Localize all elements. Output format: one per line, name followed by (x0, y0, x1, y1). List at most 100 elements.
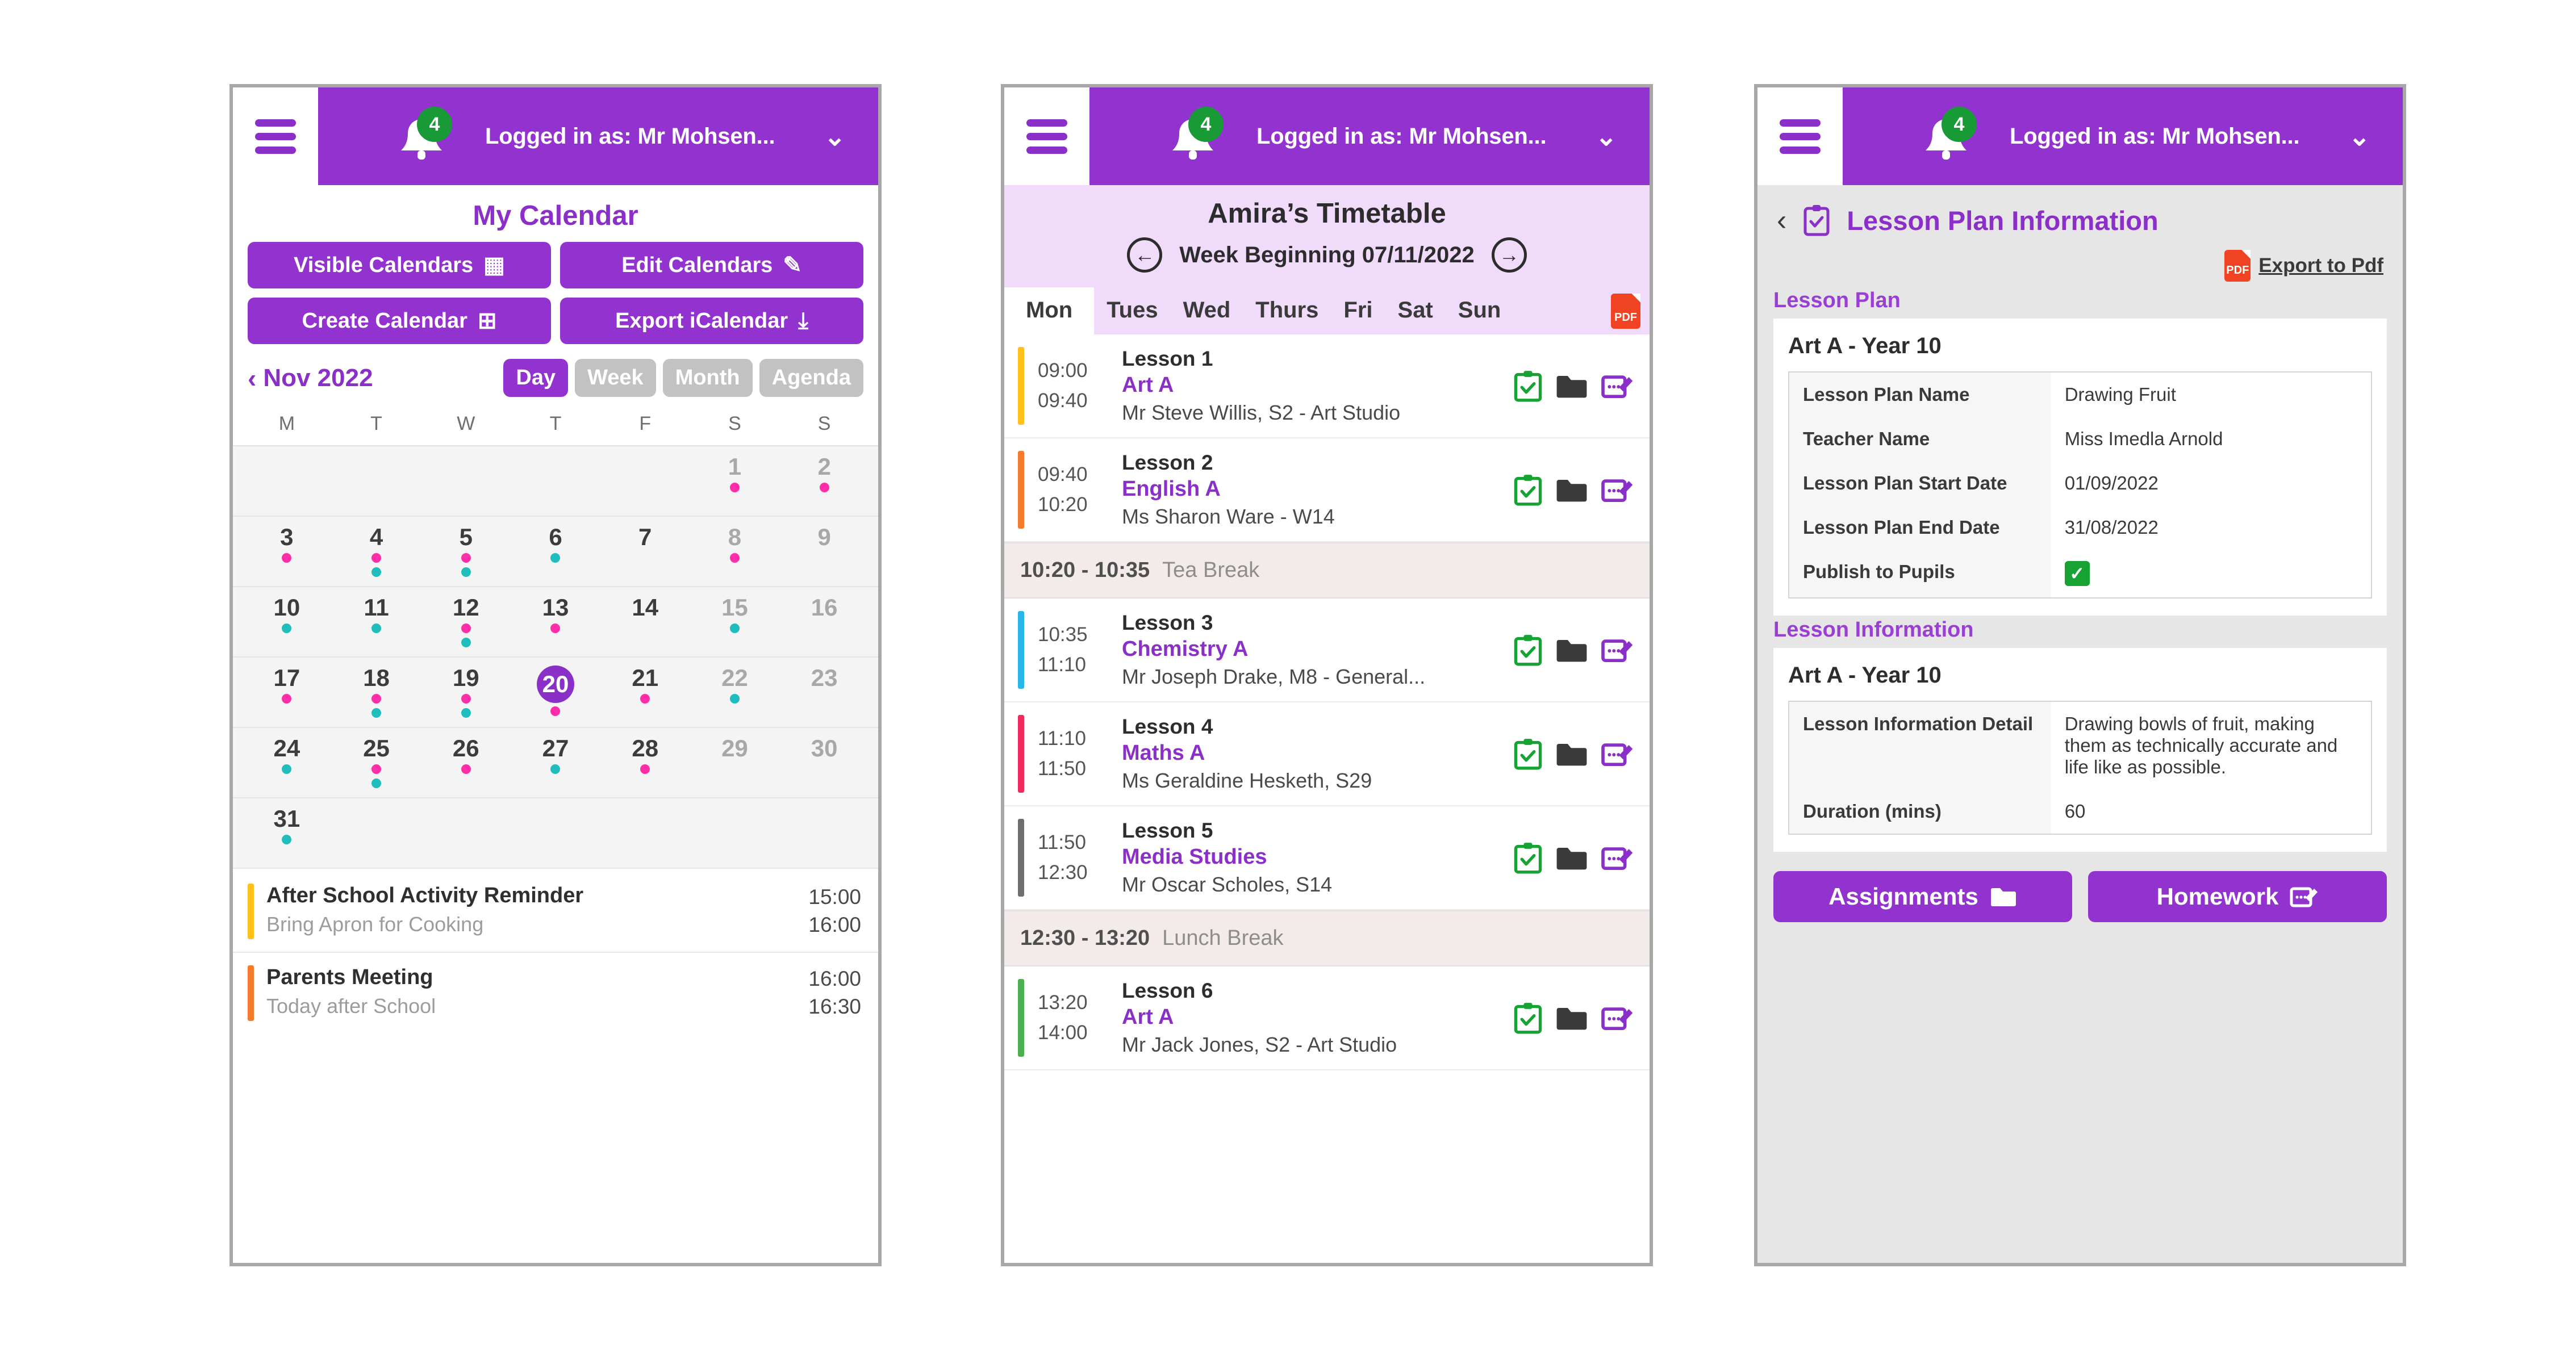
calendar-day-cell[interactable]: 25 (332, 736, 421, 789)
calendar-day-cell[interactable]: 21 (600, 666, 690, 718)
timetable-lesson-row[interactable]: 11:50 12:30 Lesson 5 Media Studies Mr Oscar … (1004, 806, 1650, 910)
lesson-subject[interactable]: Art A (1122, 1005, 1500, 1029)
calendar-day-cell[interactable]: 13 (511, 595, 600, 647)
calendar-day-cell[interactable]: 18 (332, 666, 421, 718)
calendar-day-cell[interactable]: 15 (690, 595, 780, 647)
lesson-subject[interactable]: English A (1122, 477, 1500, 501)
calendar-day-cell[interactable]: 24 (242, 736, 332, 788)
pdf-export-icon[interactable]: PDF (1611, 293, 1640, 329)
edit-note-icon (2290, 887, 2318, 907)
tab-mon[interactable]: Mon (1004, 287, 1095, 334)
view-mode-day[interactable]: Day (503, 359, 569, 397)
assignments-folder-icon[interactable] (1555, 637, 1588, 664)
lesson-plan-clipboard-icon[interactable] (1513, 738, 1543, 770)
lesson-subject[interactable]: Media Studies (1122, 845, 1500, 869)
notifications-button[interactable]: 4 (1163, 107, 1224, 166)
homework-edit-icon[interactable] (1601, 372, 1634, 400)
menu-button[interactable] (1004, 87, 1089, 185)
month-prev-button[interactable]: ‹ Nov 2022 (248, 363, 373, 394)
lesson-plan-clipboard-icon[interactable] (1513, 842, 1543, 874)
calendar-event-item[interactable]: After School Activity Reminder Bring Apro… (233, 871, 878, 953)
tab-sat[interactable]: Sat (1385, 287, 1446, 334)
chevron-down-icon[interactable]: ⌄ (1595, 121, 1617, 152)
calendar-day-cell[interactable]: 16 (779, 595, 869, 647)
calendar-day-cell[interactable]: 19 (421, 666, 511, 718)
visible-calendars-button[interactable]: Visible Calendars ▦ (248, 242, 551, 288)
notifications-button[interactable]: 4 (1917, 107, 1977, 166)
calendar-event-dot-teal (282, 764, 292, 775)
timetable-lesson-row[interactable]: 09:40 10:20 Lesson 2 English A Ms Sharon War… (1004, 438, 1650, 542)
tab-tues[interactable]: Tues (1094, 287, 1170, 334)
calendar-day-cell[interactable]: 7 (600, 524, 690, 577)
calendar-day-cell[interactable]: 2 (779, 454, 869, 507)
calendar-day-cell[interactable]: 20 (511, 666, 600, 718)
edit-calendars-button[interactable]: Edit Calendars ✎ (560, 242, 863, 288)
lesson-plan-clipboard-icon[interactable] (1513, 634, 1543, 666)
calendar-day-cell[interactable]: 1 (690, 454, 780, 507)
homework-edit-icon[interactable] (1601, 636, 1634, 664)
back-button[interactable]: ‹ (1777, 206, 1786, 235)
export-to-pdf-button[interactable]: PDF Export to Pdf (1757, 242, 2403, 286)
assignments-folder-icon[interactable] (1555, 373, 1588, 400)
calendar-day-cell[interactable]: 4 (332, 524, 421, 577)
export-icalendar-button[interactable]: Export iCalendar ⤓ (560, 298, 863, 344)
lesson-subject[interactable]: Art A (1122, 373, 1500, 397)
calendar-day-cell[interactable]: 5 (421, 524, 511, 577)
create-calendar-button[interactable]: Create Calendar ⊞ (248, 298, 551, 344)
homework-edit-icon[interactable] (1601, 476, 1634, 504)
homework-button[interactable]: Homework (2088, 871, 2387, 922)
homework-edit-icon[interactable] (1601, 1004, 1634, 1032)
assignments-folder-icon[interactable] (1555, 740, 1588, 768)
tab-thurs[interactable]: Thurs (1243, 287, 1331, 334)
tab-wed[interactable]: Wed (1171, 287, 1243, 334)
homework-edit-icon[interactable] (1601, 844, 1634, 872)
chevron-down-icon[interactable]: ⌄ (824, 121, 846, 152)
calendar-day-cell[interactable]: 11 (332, 595, 421, 647)
lesson-plan-clipboard-icon[interactable] (1513, 1002, 1543, 1034)
assignments-folder-icon[interactable] (1555, 476, 1588, 504)
tab-sun[interactable]: Sun (1446, 287, 1514, 334)
assignments-folder-icon[interactable] (1555, 844, 1588, 872)
calendar-day-cell[interactable]: 31 (242, 806, 332, 859)
calendar-day-cell[interactable]: 26 (421, 736, 511, 788)
notifications-button[interactable]: 4 (392, 107, 452, 166)
circle-arrow-left-icon[interactable]: ← (1127, 237, 1163, 273)
calendar-day-cell[interactable]: 8 (690, 524, 780, 577)
calendar-day-cell[interactable]: 12 (421, 595, 511, 648)
assignments-button[interactable]: Assignments (1773, 871, 2072, 922)
homework-edit-icon[interactable] (1601, 740, 1634, 768)
timetable-lesson-row[interactable]: 09:00 09:40 Lesson 1 Art A Mr Steve Willis, … (1004, 334, 1650, 438)
calendar-day-cell[interactable]: 14 (600, 595, 690, 647)
calendar-day-cell[interactable]: 6 (511, 524, 600, 577)
calendar-day-cell[interactable]: 3 (242, 524, 332, 577)
timetable-lesson-row[interactable]: 13:20 14:00 Lesson 6 Art A Mr Jack Jones, S2… (1004, 966, 1650, 1070)
create-calendar-label: Create Calendar (302, 308, 467, 333)
calendar-day-cell[interactable]: 22 (690, 666, 780, 718)
assignments-folder-icon[interactable] (1555, 1005, 1588, 1032)
tab-fri[interactable]: Fri (1331, 287, 1385, 334)
menu-button[interactable] (1757, 87, 1843, 185)
menu-button[interactable] (233, 87, 318, 185)
calendar-day-cell[interactable]: 29 (690, 736, 780, 788)
calendar-day-cell[interactable]: 9 (779, 524, 869, 577)
lesson-subject[interactable]: Chemistry A (1122, 637, 1500, 662)
lesson-plan-clipboard-icon[interactable] (1513, 370, 1543, 402)
calendar-day-cell[interactable]: 10 (242, 595, 332, 647)
view-mode-week[interactable]: Week (575, 359, 656, 397)
calendar-event-dot-pink (729, 483, 740, 493)
view-mode-agenda[interactable]: Agenda (759, 359, 863, 397)
calendar-day-cell[interactable]: 17 (242, 666, 332, 718)
calendar-day-cell[interactable]: 28 (600, 736, 690, 788)
lesson-body: Lesson 5 Media Studies Mr Oscar Scholes, S… (1122, 819, 1500, 897)
timetable-lesson-row[interactable]: 10:35 11:10 Lesson 3 Chemistry A Mr Joseph D… (1004, 599, 1650, 702)
view-mode-month[interactable]: Month (662, 359, 753, 397)
calendar-day-cell[interactable]: 23 (779, 666, 869, 718)
circle-arrow-right-icon[interactable]: → (1491, 237, 1527, 273)
timetable-lesson-row[interactable]: 11:10 11:50 Lesson 4 Maths A Ms Geraldine He… (1004, 702, 1650, 806)
calendar-day-cell[interactable]: 27 (511, 736, 600, 788)
calendar-event-item[interactable]: Parents Meeting Today after School 16:00 16… (233, 953, 878, 1033)
calendar-day-cell[interactable]: 30 (779, 736, 869, 788)
lesson-subject[interactable]: Maths A (1122, 741, 1500, 765)
lesson-plan-clipboard-icon[interactable] (1513, 474, 1543, 506)
chevron-down-icon[interactable]: ⌄ (2348, 121, 2370, 152)
